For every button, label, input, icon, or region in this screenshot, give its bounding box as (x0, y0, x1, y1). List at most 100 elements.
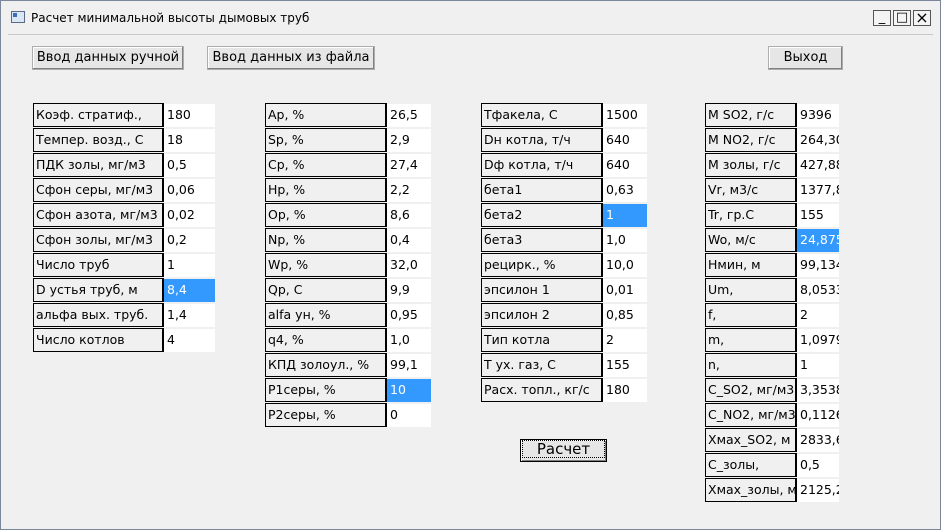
title-bar: Расчет минимальной высоты дымовых труб _… (1, 1, 940, 34)
fuel-label: Qp, C (265, 278, 387, 302)
boiler-label: Dф котла, т/ч (481, 153, 603, 177)
fuel-value-cell[interactable]: 0,4 (387, 228, 431, 252)
fuel-value-cell[interactable]: 10 (387, 378, 431, 402)
result-value-cell[interactable]: 427,884 (797, 153, 839, 177)
table-row: Xмах_SO2, м2833,64 (705, 428, 839, 453)
general-value-cell[interactable]: 0,02 (164, 203, 215, 227)
minimize-button[interactable]: _ (873, 10, 891, 26)
result-label: f, (705, 303, 797, 327)
window-title: Расчет минимальной высоты дымовых труб (31, 11, 310, 25)
result-value-cell[interactable]: 1377,84 (797, 178, 839, 202)
result-value-cell[interactable]: 155 (797, 203, 839, 227)
boiler-value-cell[interactable]: 1,0 (603, 228, 647, 252)
general-value-cell[interactable]: 0,2 (164, 228, 215, 252)
boiler-value-cell[interactable]: 1500 (603, 103, 647, 127)
fuel-value-cell[interactable]: 1,0 (387, 328, 431, 352)
boiler-value-cell[interactable]: 155 (603, 353, 647, 377)
boiler-value-cell[interactable]: 0,63 (603, 178, 647, 202)
boiler-value-cell[interactable]: 2 (603, 328, 647, 352)
table-row: эпсилон 2 0,85 (481, 303, 647, 328)
boiler-value-cell[interactable]: 0,01 (603, 278, 647, 302)
table-row: Тфакела, С 1500 (481, 103, 647, 128)
result-value-cell[interactable]: 3,35388 (797, 378, 839, 402)
exit-button[interactable]: Выход (768, 46, 843, 70)
boiler-value-cell[interactable]: 180 (603, 378, 647, 402)
table-row: Dф котла, т/ч 640 (481, 153, 647, 178)
boiler-label: эпсилон 2 (481, 303, 603, 327)
table-row: бета1 0,63 (481, 178, 647, 203)
table-row: Сфон серы, мг/м3 0,06 (33, 178, 215, 203)
manual-input-button[interactable]: Ввод данных ручной (32, 46, 184, 70)
calculate-button[interactable]: Расчет (520, 439, 607, 462)
general-value-cell[interactable]: 18 (164, 128, 215, 152)
table-row: D устья труб, м 8,4 (33, 278, 215, 303)
fuel-value-cell[interactable]: 0,95 (387, 303, 431, 327)
general-label: Число труб (33, 253, 164, 277)
general-value-cell[interactable]: 1,4 (164, 303, 215, 327)
fuel-label: Р1серы, % (265, 378, 387, 402)
boiler-label: рецирк., % (481, 253, 603, 277)
boiler-value-cell[interactable]: 640 (603, 153, 647, 177)
table-row: Число котлов 4 (33, 328, 215, 353)
general-label: Темпер. возд., С (33, 128, 164, 152)
general-value-cell[interactable]: 0,06 (164, 178, 215, 202)
client-area: Ввод данных ручной Ввод данных из файла … (8, 34, 933, 521)
result-value-cell[interactable]: 9396 (797, 103, 839, 127)
result-value-cell[interactable]: 2 (797, 303, 839, 327)
fuel-value-cell[interactable]: 2,2 (387, 178, 431, 202)
general-value-cell[interactable]: 1 (164, 253, 215, 277)
fuel-value-cell[interactable]: 0 (387, 403, 431, 427)
table-row: альфа вых. труб. 1,4 (33, 303, 215, 328)
maximize-button[interactable]: □ (893, 10, 911, 26)
general-value-cell[interactable]: 8,4 (164, 278, 215, 302)
fuel-value-cell[interactable]: 2,9 (387, 128, 431, 152)
result-value-cell[interactable]: 8,05330 (797, 278, 839, 302)
result-value-cell[interactable]: 99,1348 (797, 253, 839, 277)
fuel-label: Ср, % (265, 153, 387, 177)
fuel-value-cell[interactable]: 8,6 (387, 203, 431, 227)
table-row: Нр, % 2,2 (265, 178, 431, 203)
result-value-cell[interactable]: 264,305 (797, 128, 839, 152)
table-row: Ар, % 26,5 (265, 103, 431, 128)
general-value-cell[interactable]: 0,5 (164, 153, 215, 177)
general-value-cell[interactable]: 4 (164, 328, 215, 352)
close-button[interactable]: × (913, 10, 931, 26)
fuel-label: КПД золоул., % (265, 353, 387, 377)
table-row: f, 2 (705, 303, 839, 328)
table-row: Xмах_золы, м2125,23 (705, 478, 839, 503)
boiler-value-cell[interactable]: 0,85 (603, 303, 647, 327)
boiler-label: Тфакела, С (481, 103, 603, 127)
boiler-value-cell[interactable]: 1 (603, 203, 647, 227)
table-row: M золы, г/с427,884 (705, 153, 839, 178)
table-row: Число труб 1 (33, 253, 215, 278)
result-value-cell[interactable]: 2125,23 (797, 478, 839, 502)
result-label: n, (705, 353, 797, 377)
fuel-value-cell[interactable]: 26,5 (387, 103, 431, 127)
result-value-cell[interactable]: 2833,64 (797, 428, 839, 452)
result-label: m, (705, 328, 797, 352)
fuel-value-cell[interactable]: 9,9 (387, 278, 431, 302)
boiler-value-cell[interactable]: 10,0 (603, 253, 647, 277)
result-value-cell[interactable]: 0,5 (797, 453, 839, 477)
result-value-cell[interactable]: 1,09795 (797, 328, 839, 352)
result-value-cell[interactable]: 1 (797, 353, 839, 377)
result-label: M NO2, г/с (705, 128, 797, 152)
table-row: Т ух. газ, С 155 (481, 353, 647, 378)
result-value-cell[interactable]: 24,8755 (797, 228, 839, 252)
table-row: рецирк., % 10,0 (481, 253, 647, 278)
table-row: Ср, % 27,4 (265, 153, 431, 178)
fuel-value-cell[interactable]: 32,0 (387, 253, 431, 277)
boiler-value-cell[interactable]: 640 (603, 128, 647, 152)
table-row: ПДК золы, мг/м3 0,5 (33, 153, 215, 178)
fuel-value-cell[interactable]: 99,1 (387, 353, 431, 377)
table-row: M NO2, г/с264,305 (705, 128, 839, 153)
general-value-cell[interactable]: 180 (164, 103, 215, 127)
boiler-label: эпсилон 1 (481, 278, 603, 302)
table-row: Расх. топл., кг/с 180 (481, 378, 647, 403)
result-label: M SO2, г/с (705, 103, 797, 127)
file-input-button[interactable]: Ввод данных из файла (207, 46, 375, 70)
table-row: бета2 1 (481, 203, 647, 228)
fuel-label: Р2серы, % (265, 403, 387, 427)
fuel-value-cell[interactable]: 27,4 (387, 153, 431, 177)
result-value-cell[interactable]: 0,11265 (797, 403, 839, 427)
